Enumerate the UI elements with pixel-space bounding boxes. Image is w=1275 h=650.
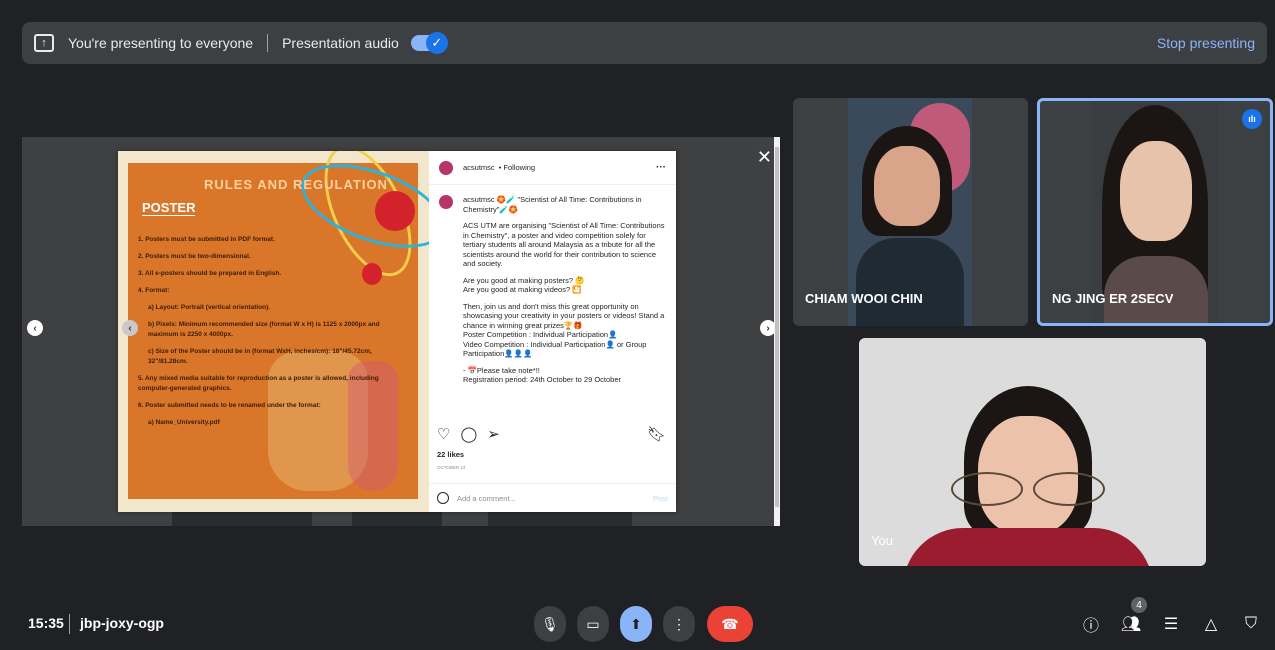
divider bbox=[267, 34, 269, 52]
more-vertical-icon: ⋮ bbox=[672, 615, 686, 632]
rules-list: 1. Posters must be submitted in PDF form… bbox=[138, 235, 393, 435]
camera-button[interactable]: ▭ bbox=[577, 606, 609, 642]
face-shape bbox=[874, 146, 940, 226]
participant-name: You bbox=[871, 533, 893, 548]
activities-icon: △ bbox=[1204, 616, 1218, 633]
account-avatar bbox=[439, 195, 453, 209]
bookmark-icon[interactable]: 🔖︎ bbox=[647, 425, 666, 443]
follow-status[interactable]: • Following bbox=[499, 163, 535, 172]
meeting-time: 15:35 bbox=[28, 615, 64, 631]
more-options-icon[interactable]: ··· bbox=[656, 162, 666, 173]
microphone-button[interactable]: 🎙︎ bbox=[534, 606, 566, 642]
heart-icon[interactable]: ♡ bbox=[437, 425, 450, 443]
present-screen-icon: ↑ bbox=[34, 34, 54, 52]
participant-name: CHIAM WOOI CHIN bbox=[805, 291, 923, 306]
participant-tile[interactable]: CHIAM WOOI CHIN bbox=[793, 98, 1028, 326]
caption-paragraph: Then, join us and don't miss this great … bbox=[463, 301, 665, 359]
rule-item: 3. All e-posters should be prepared in E… bbox=[138, 270, 282, 277]
speaking-indicator-icon: ıIı bbox=[1242, 109, 1262, 129]
leave-call-button[interactable]: ☎︎ bbox=[707, 606, 753, 642]
comment-input[interactable]: Add a comment... bbox=[457, 494, 516, 503]
post-comment-button[interactable]: Post bbox=[653, 494, 668, 503]
caption-paragraph: Are you good at making posters? 🤔 Are yo… bbox=[463, 275, 585, 295]
post-actions: ♡ ◯ ➢ 🔖︎ bbox=[437, 425, 666, 443]
chat-button[interactable]: ☰ bbox=[1160, 612, 1182, 636]
present-now-button[interactable]: ⬆ bbox=[620, 606, 652, 642]
caption-title-row: acsutmsc 🏵️🧪 "Scientist of All Time: Con… bbox=[439, 195, 666, 221]
chat-icon: ☰ bbox=[1163, 616, 1179, 633]
video-feed bbox=[1092, 101, 1218, 323]
participant-count-badge: 4 bbox=[1131, 597, 1147, 613]
shoulders-shape bbox=[903, 528, 1153, 566]
rule-item: a) Name_University.pdf bbox=[148, 419, 220, 426]
activities-button[interactable]: △ bbox=[1200, 612, 1222, 636]
shoulders-shape bbox=[856, 238, 964, 326]
chevron-left-icon[interactable]: ‹ bbox=[122, 320, 138, 336]
rule-item: c) Size of the Poster should be in (form… bbox=[148, 348, 372, 365]
participant-tile-active-speaker[interactable]: ıIı NG JING ER 2SECV bbox=[1037, 98, 1273, 326]
presentation-audio-label: Presentation audio bbox=[282, 35, 399, 51]
glasses-shape bbox=[1033, 472, 1105, 506]
rule-item: 4. Format: bbox=[138, 287, 170, 294]
camera-icon: ▭ bbox=[586, 615, 600, 632]
glasses-shape bbox=[951, 472, 1023, 506]
people-button[interactable]: 👥︎ bbox=[1120, 612, 1142, 636]
rule-item: 6. Poster submitted needs to be renamed … bbox=[138, 402, 321, 409]
competition-poster: RULES AND REGULATION POSTER 1. Posters m… bbox=[118, 151, 429, 512]
poster-subheading: POSTER bbox=[142, 200, 196, 216]
scrollbar[interactable] bbox=[774, 137, 780, 526]
poster-heading: RULES AND REGULATION bbox=[204, 177, 388, 192]
emoji-icon[interactable] bbox=[437, 492, 449, 504]
instagram-panel: acsutmsc • Following ··· acsutmsc 🏵️🧪 "S… bbox=[429, 151, 676, 512]
atom-nucleus bbox=[375, 191, 415, 231]
instagram-post: RULES AND REGULATION POSTER 1. Posters m… bbox=[118, 151, 676, 512]
info-icon: ⓘ bbox=[1082, 618, 1099, 635]
host-controls-button[interactable]: ⛉ bbox=[1240, 612, 1262, 636]
rule-item: a) Layout: Portrait (vertical orientatio… bbox=[148, 304, 271, 311]
microphone-icon: 🎙︎ bbox=[541, 615, 559, 632]
rule-item: 2. Posters must be two-dimensional. bbox=[138, 253, 251, 260]
post-header: acsutmsc • Following ··· bbox=[429, 151, 676, 185]
likes-count[interactable]: 22 likes bbox=[437, 450, 464, 459]
stop-presenting-button[interactable]: Stop presenting bbox=[1157, 35, 1255, 51]
caption-title: acsutmsc 🏵️🧪 "Scientist of All Time: Con… bbox=[463, 195, 642, 214]
meeting-details-button[interactable]: ⓘ bbox=[1080, 612, 1102, 636]
comment-icon[interactable]: ◯ bbox=[460, 425, 477, 443]
post-caption: acsutmsc 🏵️🧪 "Scientist of All Time: Con… bbox=[429, 185, 676, 415]
meeting-code[interactable]: jbp-joxy-ogp bbox=[80, 615, 164, 631]
people-icon: 👥︎ bbox=[1120, 616, 1142, 633]
shared-screen: RULES AND REGULATION POSTER 1. Posters m… bbox=[22, 137, 780, 526]
account-name[interactable]: acsutmsc bbox=[463, 163, 495, 172]
rule-item: b) Pixels: Minimum recommended size (for… bbox=[148, 321, 380, 338]
caption-paragraph: - 📅Please take note*!! Registration peri… bbox=[463, 365, 622, 385]
shield-lock-icon: ⛉ bbox=[1244, 615, 1257, 632]
post-date: OCTOBER 24 bbox=[437, 465, 466, 470]
scrollbar-thumb[interactable] bbox=[775, 147, 779, 507]
share-icon[interactable]: ➢ bbox=[487, 425, 500, 443]
comment-bar: Add a comment... Post bbox=[429, 483, 676, 512]
phone-hangup-icon: ☎︎ bbox=[721, 615, 739, 632]
presentation-audio-toggle[interactable]: ✓ bbox=[410, 32, 448, 54]
divider bbox=[69, 614, 70, 634]
rule-item: 1. Posters must be submitted in PDF form… bbox=[138, 236, 275, 243]
face-shape bbox=[1120, 141, 1192, 241]
self-view-tile[interactable]: You bbox=[859, 338, 1206, 566]
present-screen-icon: ⬆ bbox=[630, 615, 642, 632]
presenting-banner: ↑ You're presenting to everyone Presenta… bbox=[22, 22, 1267, 64]
meeting-controls-bar: 15:35 jbp-joxy-ogp 🎙︎ ▭ ⬆ ⋮ ☎︎ ⓘ 👥︎ ☰ △ … bbox=[0, 600, 1275, 650]
close-icon[interactable]: ✕ bbox=[757, 147, 772, 168]
rule-item: 5. Any mixed media suitable for reproduc… bbox=[138, 375, 379, 392]
participant-name: NG JING ER 2SECV bbox=[1052, 291, 1174, 306]
caption-paragraph: ACS UTM are organising "Scientist of All… bbox=[463, 221, 665, 268]
chevron-left-icon[interactable]: ‹ bbox=[27, 320, 43, 336]
caption-body: ACS UTM are organising "Scientist of All… bbox=[439, 221, 666, 385]
presenting-text: You're presenting to everyone bbox=[68, 35, 254, 51]
check-icon: ✓ bbox=[425, 32, 448, 54]
account-avatar[interactable] bbox=[439, 160, 453, 175]
more-options-button[interactable]: ⋮ bbox=[663, 606, 695, 642]
